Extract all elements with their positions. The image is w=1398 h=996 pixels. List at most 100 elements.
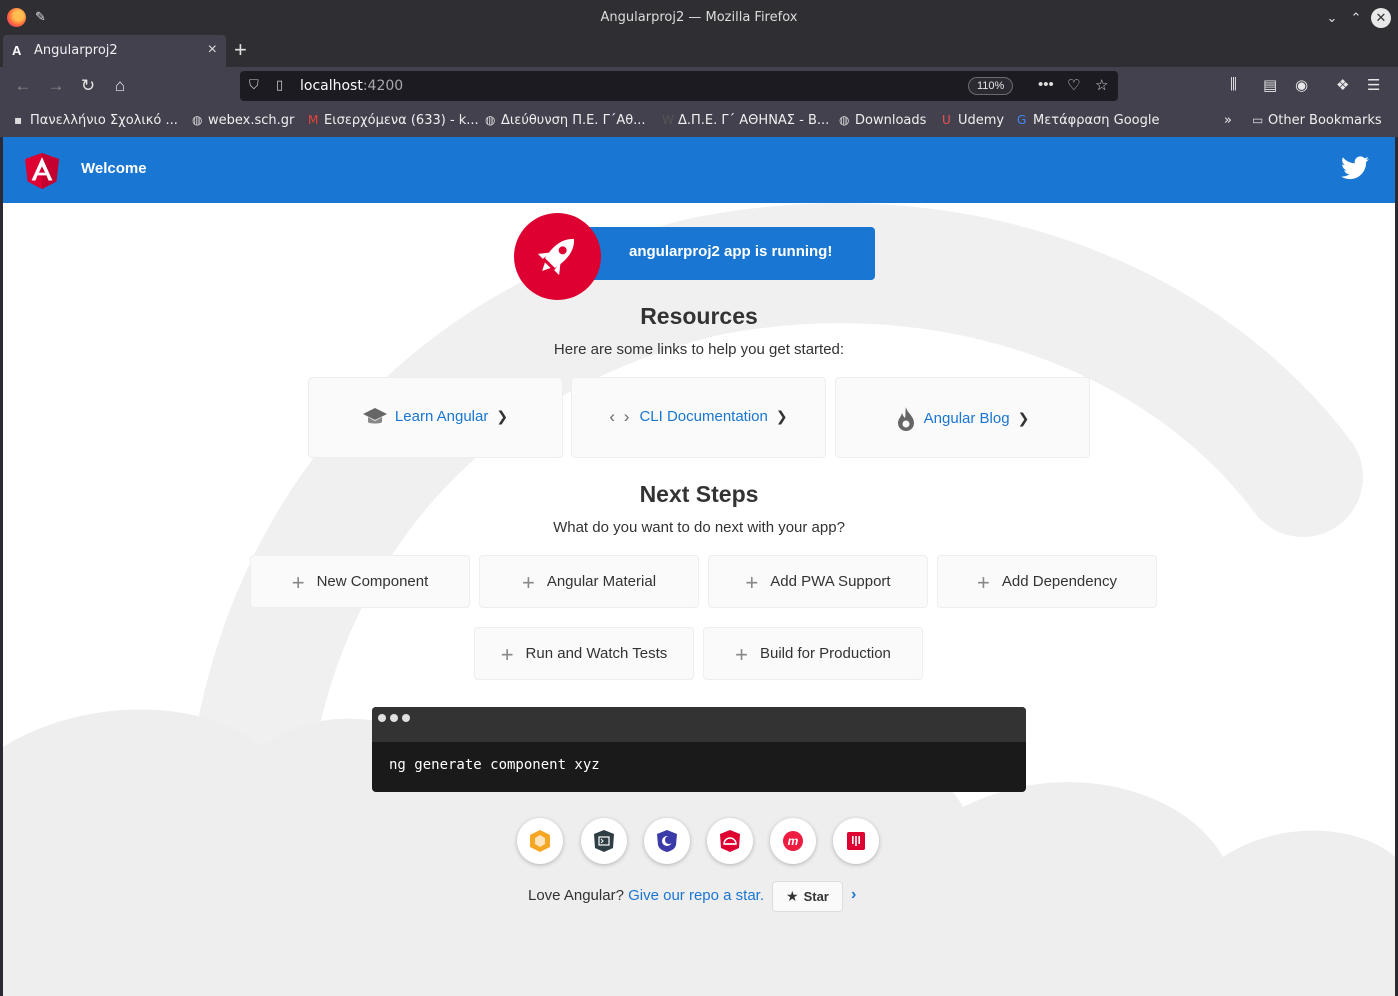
tab-label: Angularproj2 <box>34 43 118 58</box>
terminal-dot <box>402 714 410 722</box>
love-angular-text: Love Angular? Give our repo a star. <box>528 887 764 904</box>
step-label: Run and Watch Tests <box>525 645 668 662</box>
animations-icon <box>530 830 550 852</box>
discord-icon <box>847 832 865 850</box>
udemy-icon: U <box>942 113 951 127</box>
svg-text:m: m <box>788 834 799 848</box>
angular-blog-card[interactable]: Angular Blog ❯ <box>835 377 1090 458</box>
chevron-right-icon: ❯ <box>496 407 509 424</box>
page-actions-icon[interactable]: ••• <box>1038 76 1054 93</box>
meetup-icon: m <box>783 831 803 851</box>
bookmark-item[interactable]: W Δ.Π.Ε. Γ΄ ΑΘΗΝΑΣ - Β... <box>662 113 829 128</box>
discord-link[interactable] <box>833 818 879 864</box>
bookmark-item[interactable]: ◍ Downloads <box>839 113 926 128</box>
window-title: Angularproj2 — Mozilla Firefox <box>600 10 798 25</box>
folder-icon: ▭ <box>1252 113 1264 127</box>
build-for-production-button[interactable]: + Build for Production <box>703 627 923 680</box>
plus-icon: + <box>521 569 535 595</box>
step-label: New Component <box>316 573 429 590</box>
twitter-icon[interactable] <box>1341 156 1369 180</box>
menu-hamburger-icon[interactable]: ☰ <box>1367 76 1380 94</box>
bookmark-star-icon[interactable]: ☆ <box>1095 76 1108 94</box>
step-label: Add Dependency <box>1001 573 1117 590</box>
page-info-icon[interactable]: ▯ <box>276 77 283 93</box>
run-and-watch-tests-button[interactable]: + Run and Watch Tests <box>474 627 694 680</box>
other-bookmarks[interactable]: ▭ Other Bookmarks <box>1252 113 1382 128</box>
tab-strip: A Angularproj2 × + <box>0 35 1398 67</box>
zoom-badge[interactable]: 110% <box>968 77 1014 95</box>
chevron-right-icon[interactable]: › <box>851 886 856 904</box>
cli-link[interactable] <box>581 818 627 864</box>
angular-blog-label: Angular Blog <box>923 409 1010 427</box>
globe-icon: ◍ <box>485 113 496 127</box>
plus-icon: + <box>735 641 748 667</box>
rocket-icon <box>537 239 574 276</box>
bookmarks-overflow-icon[interactable]: » <box>1224 113 1232 128</box>
plus-icon: + <box>977 569 990 595</box>
chevron-right-icon: ❯ <box>1017 409 1030 426</box>
augury-link[interactable] <box>644 818 690 864</box>
add-pwa-support-button[interactable]: + Add PWA Support <box>708 555 928 608</box>
account-icon[interactable]: ◉ <box>1295 76 1308 94</box>
new-tab-icon[interactable]: + <box>234 37 247 63</box>
home-icon[interactable]: ⌂ <box>107 74 133 98</box>
toolbar-title: Welcome <box>81 160 147 177</box>
globe-icon: ◍ <box>839 113 850 127</box>
plus-icon: + <box>500 641 514 667</box>
translate-icon: G <box>1017 113 1027 127</box>
bookmark-item[interactable]: M Εισερχόμενα (633) - k... <box>308 113 479 128</box>
extensions-icon[interactable]: ❖ <box>1336 76 1349 94</box>
app-running-banner: angularproj2 app is running! <box>584 227 875 280</box>
reload-icon[interactable]: ↻ <box>75 74 101 98</box>
angular-favicon-icon: A <box>12 43 22 58</box>
pocket-icon[interactable]: ♡ <box>1067 76 1080 94</box>
url-text[interactable]: localhost:4200 <box>300 78 403 94</box>
plus-icon: + <box>291 569 305 595</box>
maximize-icon[interactable]: ⌃ <box>1346 8 1366 28</box>
code-icon: ‹ › <box>609 407 632 426</box>
animations-link[interactable] <box>517 818 563 864</box>
learn-angular-card[interactable]: Learn Angular ❯ <box>308 377 563 458</box>
terminal-panel: ng generate component xyz <box>372 707 1026 792</box>
add-dependency-button[interactable]: + Add Dependency <box>937 555 1157 608</box>
back-arrow-icon[interactable]: ← <box>10 74 36 98</box>
bookmark-item[interactable]: ▪ Πανελλήνιο Σχολικό ... <box>14 113 178 128</box>
library-icon[interactable]: ⫼ <box>1230 76 1237 93</box>
augury-icon <box>657 830 677 852</box>
cli-documentation-label: CLI Documentation <box>639 407 768 425</box>
tracking-shield-icon[interactable]: ⛉ <box>249 77 259 93</box>
flame-icon <box>897 407 914 431</box>
url-bar[interactable]: ⛉ ▯ localhost:4200 110% ••• ♡ ☆ <box>240 71 1118 101</box>
terminal-dot <box>378 714 386 722</box>
repo-star-link[interactable]: Give our repo a star. <box>628 887 764 904</box>
bookmark-item[interactable]: ◍ webex.sch.gr <box>192 113 294 128</box>
star-icon: ★ <box>786 888 799 904</box>
new-component-button[interactable]: + New Component <box>250 555 470 608</box>
minimize-icon[interactable]: ⌄ <box>1322 8 1342 28</box>
cli-documentation-card[interactable]: ‹ › CLI Documentation ❯ <box>571 377 826 458</box>
bookmark-item[interactable]: G Μετάφραση Google <box>1017 113 1160 128</box>
step-label: Build for Production <box>759 645 891 662</box>
bookmark-item[interactable]: U Udemy <box>942 113 1004 128</box>
next-steps-subtitle: What do you want to do next with your ap… <box>553 519 845 536</box>
angular-logo-icon <box>25 153 59 189</box>
plus-icon: + <box>745 569 759 595</box>
protractor-icon <box>720 830 740 852</box>
window-titlebar: ✎ Angularproj2 — Mozilla Firefox ⌄ ⌃ ✕ <box>0 0 1398 35</box>
bookmark-item[interactable]: ◍ Διεύθυνση Π.Ε. Γ΄Αθ... <box>485 113 646 128</box>
meetup-link[interactable]: m <box>770 818 816 864</box>
cli-icon <box>594 830 614 852</box>
chevron-right-icon: ❯ <box>775 407 788 424</box>
forward-arrow-icon[interactable]: → <box>43 74 69 98</box>
close-window-icon[interactable]: ✕ <box>1371 8 1391 28</box>
angular-material-button[interactable]: + Angular Material <box>479 555 699 608</box>
protractor-link[interactable] <box>707 818 753 864</box>
bookmarks-toolbar: ▪ Πανελλήνιο Σχολικό ... ◍ webex.sch.gr MΕ… <box>0 105 1398 137</box>
github-star-button[interactable]: ★ Star <box>772 881 843 912</box>
step-label: Angular Material <box>546 573 657 590</box>
rocket-badge <box>514 213 601 300</box>
close-tab-icon[interactable]: × <box>208 41 217 59</box>
tab-angularproj2[interactable]: A Angularproj2 × <box>3 35 226 67</box>
resources-heading: Resources <box>640 303 758 329</box>
sidebar-icon[interactable]: ▤ <box>1263 76 1277 94</box>
